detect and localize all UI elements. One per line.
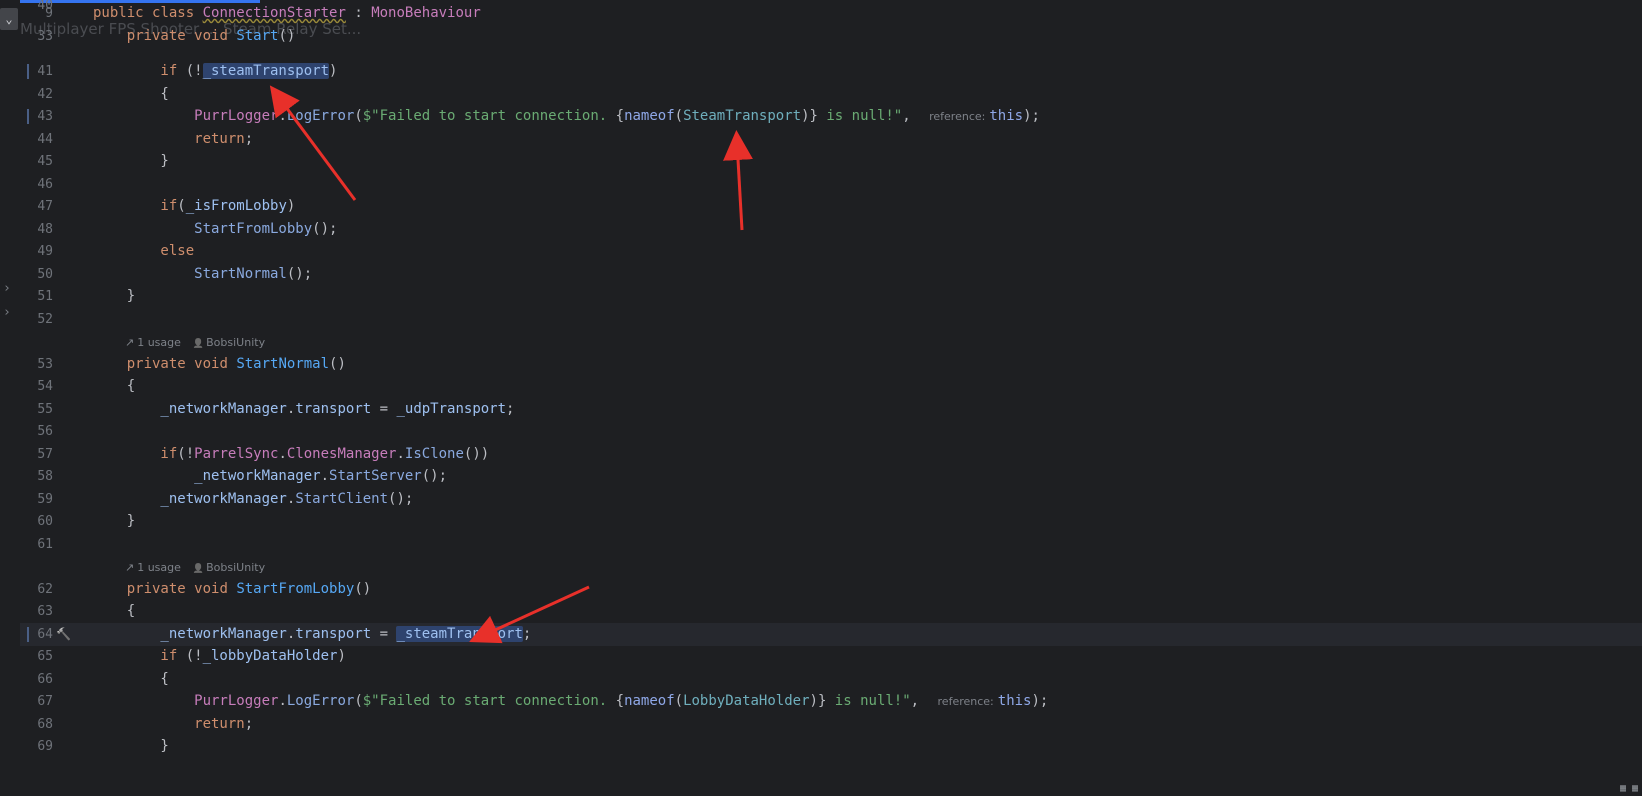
code-editor[interactable]: ⌄ › › Multiplayer FPS Shooter ... Steam … [0,0,1642,796]
annotation-arrow [269,85,357,201]
annotation-arrows [269,85,753,644]
annotation-arrow [723,130,753,231]
status-icons: ▦ ▦ [1619,783,1638,794]
annotation-arrow [469,585,590,644]
